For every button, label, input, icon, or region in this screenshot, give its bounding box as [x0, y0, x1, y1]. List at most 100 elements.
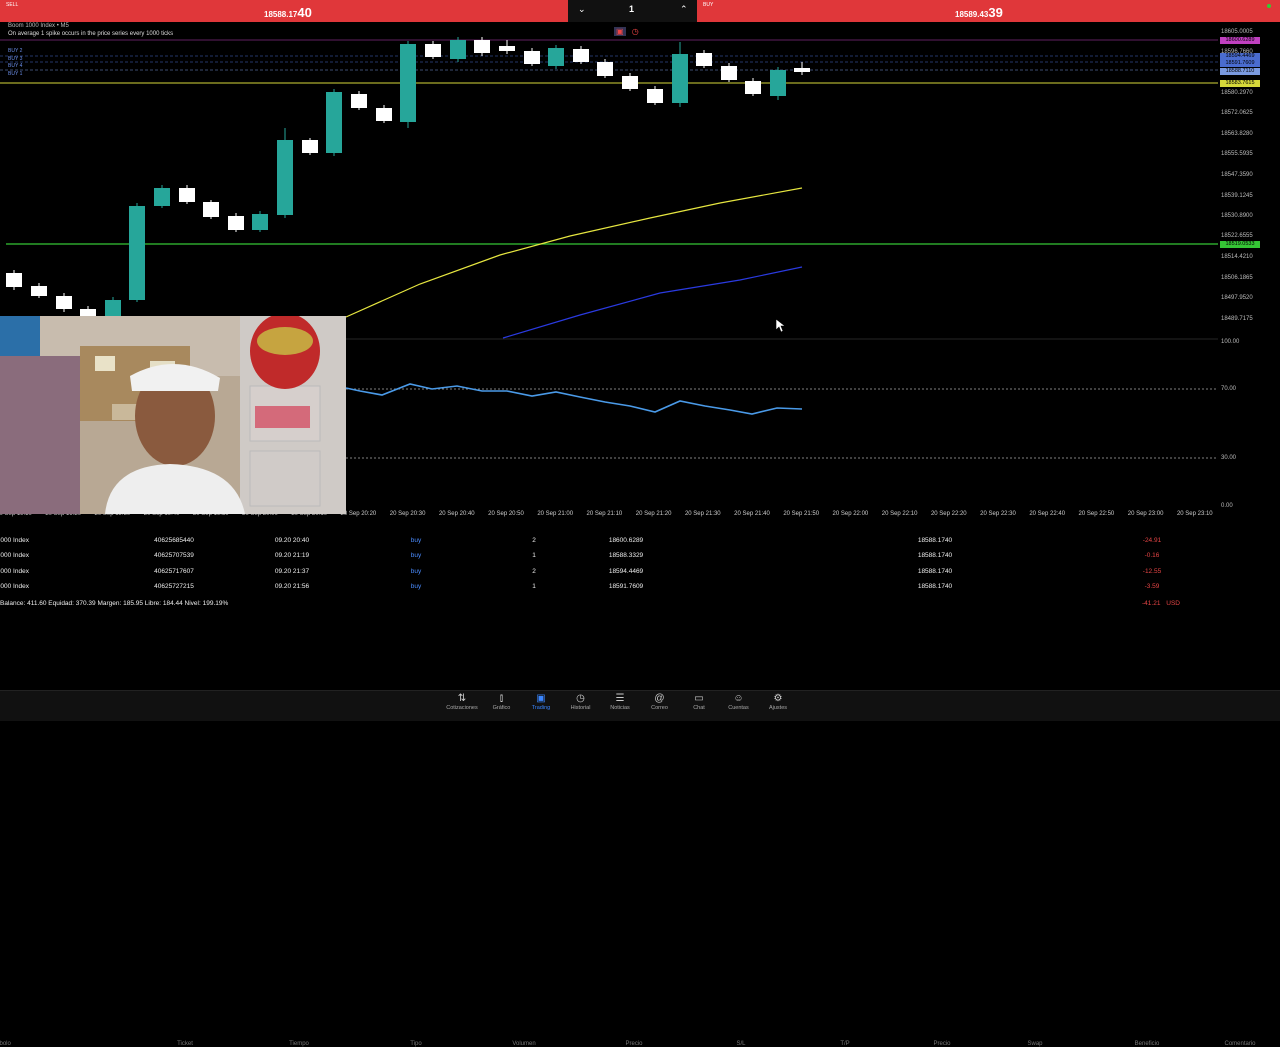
- sell-price-large: 40: [297, 5, 312, 20]
- bull-candle: [770, 70, 786, 96]
- indicator-tick-label: 0.00: [1221, 503, 1233, 509]
- bear-candle: [794, 68, 810, 72]
- cell-time: 09.20 21:37: [274, 568, 310, 575]
- cell-type: buy: [410, 568, 422, 575]
- bear-candle: [6, 273, 22, 287]
- nav-item-settings[interactable]: ⚙ Ajustes: [758, 692, 798, 718]
- column-header[interactable]: Tiempo: [289, 1041, 309, 1047]
- price-tick-label: 18555.5935: [1221, 151, 1253, 157]
- column-header[interactable]: T/P: [840, 1041, 849, 1047]
- column-header[interactable]: Swap: [1027, 1041, 1042, 1047]
- cell-volume: 1: [532, 583, 536, 590]
- column-header[interactable]: Ticket: [177, 1041, 193, 1047]
- price-tick-label: 18514.4210: [1221, 254, 1253, 260]
- bear-candle: [524, 51, 540, 64]
- cell-type: buy: [410, 552, 422, 559]
- price-tick-label: 18497.9520: [1221, 295, 1253, 301]
- bull-candle: [129, 206, 145, 300]
- bull-candle: [450, 40, 466, 59]
- column-header[interactable]: Comentario: [1224, 1041, 1255, 1047]
- time-tick-label: 20 Sep 22:50: [1078, 511, 1115, 517]
- price-tick-label: 18530.8900: [1221, 213, 1253, 219]
- column-header[interactable]: S/L: [736, 1041, 745, 1047]
- bear-candle: [721, 66, 737, 80]
- one-click-icon[interactable]: ▣: [614, 27, 626, 36]
- time-tick-label: 20 Sep 21:10: [586, 511, 623, 517]
- nav-label: Trading: [531, 705, 551, 711]
- nav-item-mail[interactable]: @ Correo: [640, 692, 680, 718]
- column-header[interactable]: Precio: [933, 1041, 950, 1047]
- price-tag: 18591.7609: [1220, 60, 1260, 67]
- bull-candle: [548, 48, 564, 66]
- time-tick-label: 20 Sep 22:30: [980, 511, 1016, 517]
- nav-item-accounts[interactable]: ☺ Cuentas: [719, 692, 759, 718]
- cell-current: 18588.1740: [917, 552, 953, 559]
- trades-table-header: Simbolo Ticket Tiempo Tipo Volumen Precio S/L T…: [0, 520, 1260, 1047]
- column-header[interactable]: Tipo: [410, 1041, 421, 1047]
- trade-bar: SELL 18588.1740 ⌄ 1 ⌃ BUY 18589.4339: [0, 0, 1280, 22]
- column-header[interactable]: Simbolo: [0, 1041, 11, 1047]
- price-tick-label: 18605.0005: [1221, 29, 1253, 35]
- lot-value[interactable]: 1: [629, 4, 634, 14]
- total-profit-value: -41.21: [1142, 600, 1161, 607]
- connection-area: [1260, 0, 1280, 22]
- history-icon: ◷: [576, 693, 585, 704]
- column-header[interactable]: Beneficio: [1135, 1041, 1160, 1047]
- rsi-line: [345, 383, 803, 415]
- bear-candle: [573, 49, 589, 62]
- nav-item-chat[interactable]: ▭ Chat: [679, 692, 719, 718]
- time-tick-label: 20 Sep 23:10: [1176, 511, 1213, 517]
- cell-profit: -12.55: [1142, 568, 1162, 575]
- time-tick-label: 20 Sep 22:40: [1029, 511, 1066, 517]
- bear-candle: [647, 89, 663, 103]
- cell-price: 18591.7609: [608, 583, 644, 590]
- column-header[interactable]: Volumen: [512, 1041, 535, 1047]
- sell-button[interactable]: SELL 18588.1740: [0, 0, 568, 22]
- mail-icon: @: [654, 693, 665, 704]
- chevron-up-icon[interactable]: ⌃: [680, 4, 688, 15]
- price-tag: 18594.4469: [1220, 53, 1260, 60]
- cell-symbol: Boom 1000 Index: [0, 568, 29, 575]
- buy-label: BUY: [703, 2, 714, 8]
- nav-label: Cotizaciones: [446, 705, 478, 711]
- clock-icon[interactable]: ◷: [632, 27, 639, 36]
- chevron-down-icon[interactable]: ⌄: [578, 4, 586, 15]
- time-tick-label: 20 Sep 21:00: [537, 511, 574, 517]
- cell-volume: 1: [532, 552, 536, 559]
- price-tick-label: 18547.3590: [1221, 172, 1253, 178]
- time-tick-label: 20 Sep 20:40: [438, 511, 475, 517]
- cell-price: 18600.6289: [608, 537, 644, 544]
- nav-item-news[interactable]: ☰ Noticias: [600, 692, 640, 718]
- cell-time: 09.20 20:40: [274, 537, 310, 544]
- nav-item-trading[interactable]: ▣ Trading: [521, 692, 561, 718]
- nav-label: Noticias: [610, 705, 630, 711]
- bear-candle: [56, 296, 72, 309]
- sell-label: SELL: [6, 2, 19, 8]
- time-tick-label: 20 Sep 21:40: [734, 511, 770, 517]
- cell-symbol: Boom 1000 Index: [0, 552, 29, 559]
- settings-icon: ⚙: [773, 693, 783, 704]
- column-header[interactable]: Precio: [625, 1041, 642, 1047]
- buy-order-label: BUY 3: [8, 55, 23, 62]
- bear-candle: [745, 81, 761, 94]
- price-tick-label: 18563.8280: [1221, 131, 1253, 137]
- bear-candle: [203, 202, 219, 217]
- nav-label: Chat: [693, 705, 705, 711]
- price-tick-label: 18506.1865: [1221, 275, 1253, 281]
- time-tick-label: 20 Sep 20:30: [389, 511, 426, 517]
- bear-candle: [474, 40, 490, 53]
- cell-current: 18588.1740: [917, 583, 953, 590]
- buy-button[interactable]: BUY 18589.4339: [697, 0, 1260, 22]
- time-tick-label: 20 Sep 22:20: [930, 511, 967, 517]
- bear-candle: [302, 140, 318, 153]
- bull-candle: [277, 140, 293, 215]
- nav-item-chart[interactable]: ⫾ Gráfico: [482, 692, 522, 718]
- ma-fast-line: [345, 187, 803, 318]
- bear-candle: [499, 46, 515, 51]
- time-tick-label: 20 Sep 22:00: [832, 511, 869, 517]
- nav-item-history[interactable]: ◷ Historial: [561, 692, 601, 718]
- price-tag: 18600.6289: [1220, 37, 1260, 44]
- nav-item-quotes[interactable]: ⇅ Cotizaciones: [442, 692, 482, 718]
- cell-current: 18588.1740: [917, 568, 953, 575]
- cell-profit: -24.91: [1142, 537, 1162, 544]
